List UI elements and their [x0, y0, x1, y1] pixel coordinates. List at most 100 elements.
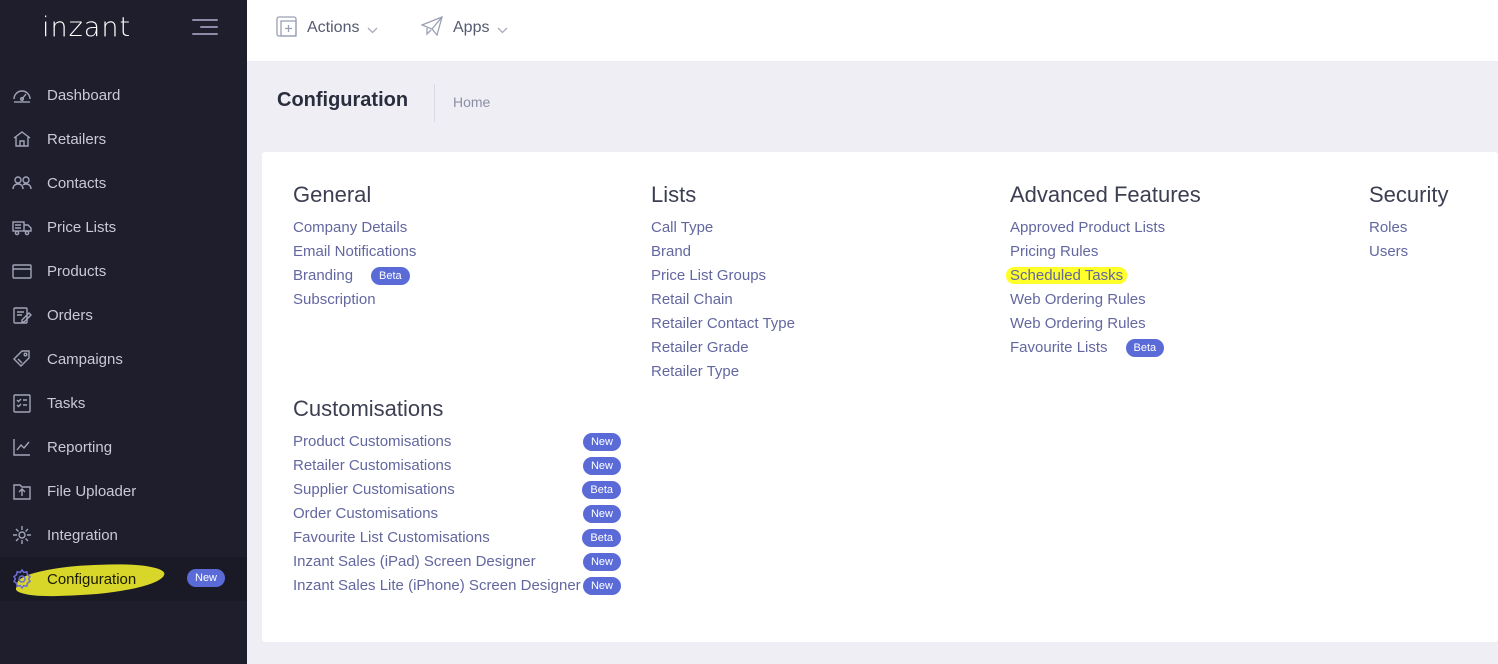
beta-badge: Beta: [1125, 339, 1165, 357]
upload-icon: [11, 480, 33, 502]
link-favourite-list-customisations[interactable]: Favourite List Customisations Beta: [293, 526, 621, 550]
actions-menu[interactable]: Actions: [276, 15, 378, 41]
link-retailer-customisations[interactable]: Retailer Customisations New: [293, 454, 621, 478]
link-label: Branding: [293, 267, 354, 284]
link-retailer-contact-type[interactable]: Retailer Contact Type: [651, 312, 795, 336]
link-label: Supplier Customisations: [293, 481, 455, 498]
link-label: Favourite Lists: [1010, 339, 1108, 356]
breadcrumb-home[interactable]: Home: [453, 94, 490, 110]
sidebar-item-price-lists[interactable]: Price Lists: [0, 205, 247, 249]
link-scheduled-tasks[interactable]: Scheduled Tasks: [1006, 264, 1201, 288]
link-subscription[interactable]: Subscription: [293, 288, 416, 312]
link-call-type[interactable]: Call Type: [651, 216, 795, 240]
link-web-ordering-rules[interactable]: Web Ordering Rules: [1010, 312, 1201, 336]
sidebar-item-contacts[interactable]: Contacts: [0, 161, 247, 205]
link-pricing-rules[interactable]: Pricing Rules: [1010, 240, 1201, 264]
chart-icon: [11, 436, 33, 458]
gear-icon: [11, 568, 33, 590]
sidebar: inzant Dashboard Retailers Contacts Pric…: [0, 0, 247, 664]
tag-icon: [11, 348, 33, 370]
apps-menu[interactable]: Apps: [420, 15, 508, 40]
chevron-down-icon: [497, 19, 508, 38]
sidebar-item-label: Orders: [47, 306, 93, 324]
configuration-card: General Company Details Email Notificati…: [262, 152, 1498, 642]
sidebar-item-dashboard[interactable]: Dashboard: [0, 73, 247, 117]
sidebar-item-label: Retailers: [47, 130, 107, 148]
truck-icon: [11, 216, 33, 238]
new-badge: New: [582, 577, 621, 595]
link-retailer-type[interactable]: Retailer Type: [651, 360, 795, 384]
beta-badge: Beta: [582, 481, 621, 499]
section-security: Security Roles Users: [1369, 182, 1448, 264]
link-retailer-grade[interactable]: Retailer Grade: [651, 336, 795, 360]
box-icon: [11, 260, 33, 282]
chevron-down-icon: [367, 19, 378, 38]
new-badge: New: [582, 433, 621, 451]
link-order-customisations[interactable]: Order Customisations New: [293, 502, 621, 526]
dashboard-icon: [11, 84, 33, 106]
link-iphone-screen-designer[interactable]: Inzant Sales Lite (iPhone) Screen Design…: [293, 574, 621, 598]
actions-label: Actions: [307, 19, 360, 36]
section-customisations: Customisations Product Customisations New…: [293, 396, 621, 598]
link-retail-chain[interactable]: Retail Chain: [651, 288, 795, 312]
link-label: Inzant Sales (iPad) Screen Designer: [293, 553, 536, 570]
section-general: General Company Details Email Notificati…: [293, 182, 416, 312]
sidebar-item-campaigns[interactable]: Campaigns: [0, 337, 247, 381]
subheader-divider: [434, 84, 435, 122]
sidebar-item-label: Contacts: [47, 174, 107, 192]
brand-logo[interactable]: inzant: [42, 12, 131, 44]
topbar: Actions Apps: [247, 0, 1498, 62]
users-icon: [11, 172, 33, 194]
link-roles[interactable]: Roles: [1369, 216, 1448, 240]
link-label: Inzant Sales Lite (iPhone) Screen Design…: [293, 577, 581, 594]
link-label: Retailer Customisations: [293, 457, 452, 474]
sidebar-item-label: Integration: [47, 526, 118, 544]
sidebar-item-tasks[interactable]: Tasks: [0, 381, 247, 425]
link-company-details[interactable]: Company Details: [293, 216, 416, 240]
beta-badge: Beta: [582, 529, 621, 547]
sidebar-item-label: Reporting: [47, 438, 113, 456]
sidebar-item-retailers[interactable]: Retailers: [0, 117, 247, 161]
menu-toggle-icon[interactable]: [190, 16, 218, 38]
link-email-notifications[interactable]: Email Notifications: [293, 240, 416, 264]
link-branding[interactable]: Branding Beta: [293, 264, 416, 288]
checklist-icon: [11, 392, 33, 414]
add-square-icon: [276, 15, 297, 41]
sidebar-item-reporting[interactable]: Reporting: [0, 425, 247, 469]
home-icon: [11, 128, 33, 150]
link-product-customisations[interactable]: Product Customisations New: [293, 430, 621, 454]
new-badge: New: [187, 569, 226, 587]
link-approved-product-lists[interactable]: Approved Product Lists: [1010, 216, 1201, 240]
section-lists: Lists Call Type Brand Price List Groups …: [651, 182, 795, 384]
sidebar-item-label: Products: [47, 262, 107, 280]
link-favourite-lists[interactable]: Favourite Lists Beta: [1010, 336, 1201, 360]
section-title: Advanced Features: [1010, 182, 1201, 207]
link-web-ordering-rules[interactable]: Web Ordering Rules: [1010, 288, 1201, 312]
sidebar-item-configuration[interactable]: Configuration New: [0, 557, 247, 601]
link-ipad-screen-designer[interactable]: Inzant Sales (iPad) Screen Designer New: [293, 550, 621, 574]
page-title: Configuration: [277, 89, 409, 111]
new-badge: New: [582, 457, 621, 475]
sidebar-item-products[interactable]: Products: [0, 249, 247, 293]
edit-icon: [11, 304, 33, 326]
sidebar-item-integration[interactable]: Integration: [0, 513, 247, 557]
sidebar-item-label: Dashboard: [47, 86, 121, 104]
section-title: General: [293, 182, 372, 207]
sidebar-item-label: Campaigns: [47, 350, 123, 368]
link-label: Favourite List Customisations: [293, 529, 490, 546]
link-label: Product Customisations: [293, 433, 452, 450]
paper-plane-icon: [420, 15, 443, 40]
integration-icon: [11, 524, 33, 546]
sidebar-nav: Dashboard Retailers Contacts Price Lists…: [0, 73, 247, 601]
link-price-list-groups[interactable]: Price List Groups: [651, 264, 795, 288]
beta-badge: Beta: [371, 267, 410, 285]
link-brand[interactable]: Brand: [651, 240, 795, 264]
apps-label: Apps: [453, 19, 490, 36]
sidebar-item-orders[interactable]: Orders: [0, 293, 247, 337]
section-title: Lists: [651, 182, 697, 207]
sidebar-item-file-uploader[interactable]: File Uploader: [0, 469, 247, 513]
link-supplier-customisations[interactable]: Supplier Customisations Beta: [293, 478, 621, 502]
link-label: Scheduled Tasks: [1006, 267, 1128, 284]
link-users[interactable]: Users: [1369, 240, 1448, 264]
sidebar-item-label: File Uploader: [47, 482, 137, 500]
